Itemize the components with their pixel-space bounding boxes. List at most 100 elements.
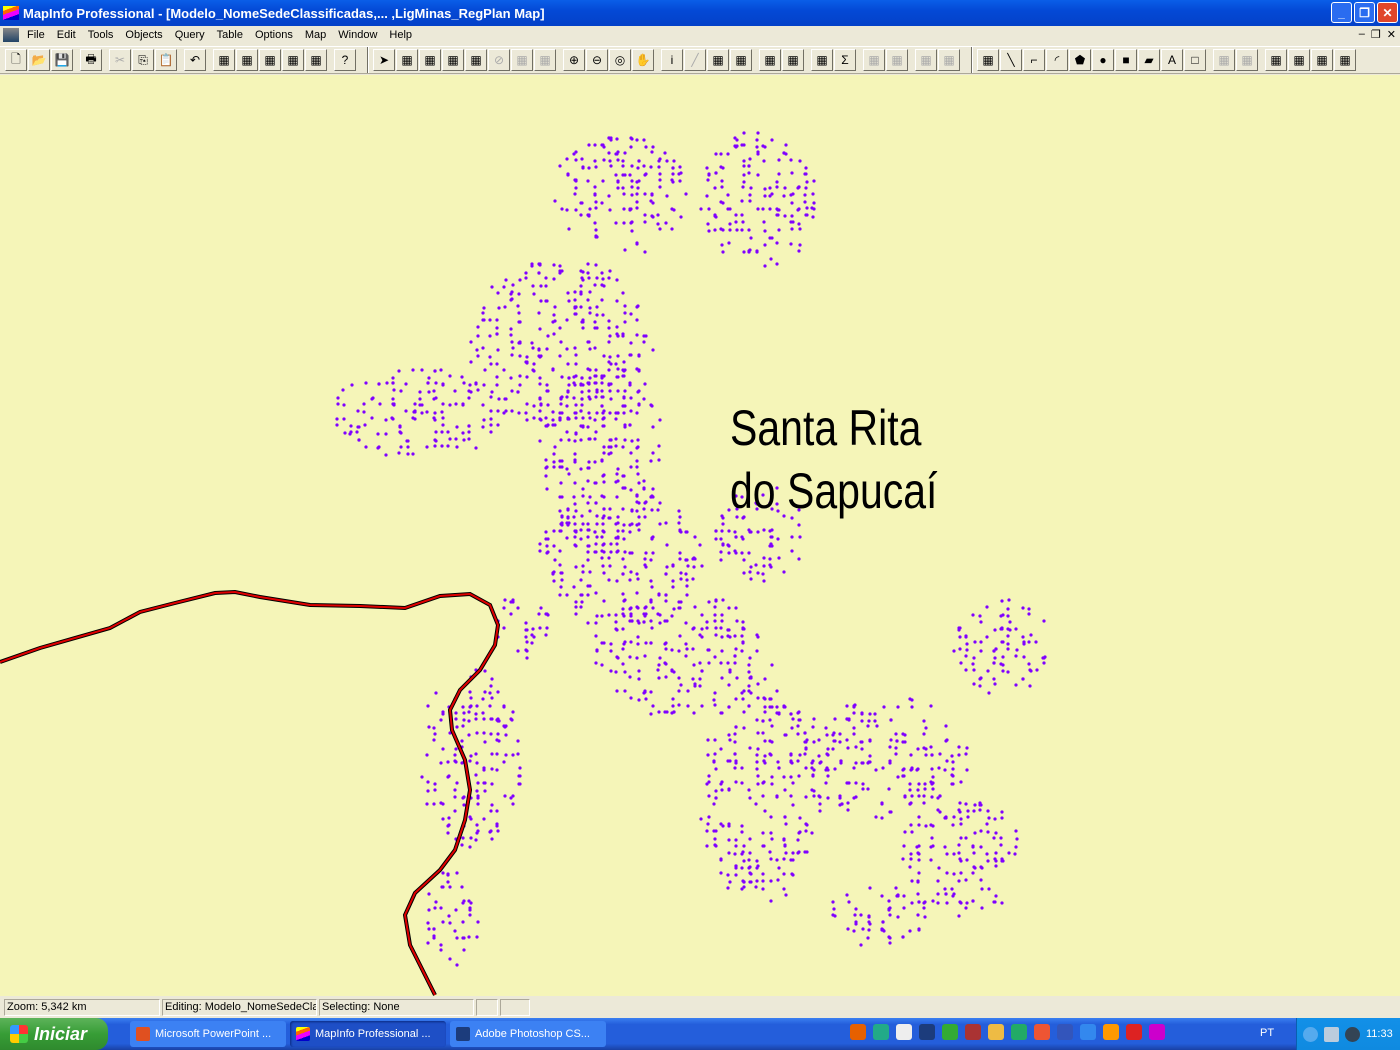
map-point[interactable]: [664, 675, 668, 679]
map-point[interactable]: [433, 418, 437, 422]
map-point[interactable]: [770, 724, 774, 728]
map-point[interactable]: [614, 620, 618, 624]
map-point[interactable]: [616, 375, 620, 379]
map-point[interactable]: [783, 844, 787, 848]
map-point[interactable]: [502, 606, 506, 610]
map-point[interactable]: [530, 641, 534, 645]
map-point[interactable]: [740, 535, 744, 539]
map-point[interactable]: [439, 761, 443, 765]
map-point[interactable]: [649, 690, 653, 694]
map-point[interactable]: [782, 570, 786, 574]
map-point[interactable]: [607, 340, 611, 344]
map-point[interactable]: [812, 768, 816, 772]
map-point[interactable]: [461, 796, 465, 800]
map-point[interactable]: [804, 822, 808, 826]
map-point[interactable]: [616, 521, 620, 525]
map-point[interactable]: [476, 802, 480, 806]
map-point[interactable]: [917, 815, 921, 819]
map-point[interactable]: [558, 495, 562, 499]
map-point[interactable]: [434, 900, 438, 904]
map-point[interactable]: [593, 185, 597, 189]
map-point[interactable]: [782, 872, 786, 876]
map-point[interactable]: [775, 858, 779, 862]
map-point[interactable]: [742, 885, 746, 889]
map-point[interactable]: [482, 781, 486, 785]
map-point[interactable]: [761, 207, 765, 211]
map-point[interactable]: [797, 523, 801, 527]
map-point[interactable]: [497, 739, 501, 743]
restore-button[interactable]: ❐: [1354, 2, 1375, 23]
map-point[interactable]: [740, 766, 744, 770]
map-point[interactable]: [671, 585, 675, 589]
map-point[interactable]: [376, 446, 380, 450]
map-point[interactable]: [404, 409, 408, 413]
map-point[interactable]: [811, 215, 815, 219]
map-point[interactable]: [614, 437, 618, 441]
map-point[interactable]: [475, 348, 479, 352]
map-point[interactable]: [649, 579, 653, 583]
map-point[interactable]: [740, 213, 744, 217]
map-point[interactable]: [495, 332, 499, 336]
map-point[interactable]: [763, 809, 767, 813]
map-point[interactable]: [846, 746, 850, 750]
map-point[interactable]: [784, 152, 788, 156]
map-point[interactable]: [609, 649, 613, 653]
map-point[interactable]: [797, 718, 801, 722]
map-point[interactable]: [761, 872, 765, 876]
map-point[interactable]: [616, 515, 620, 519]
map-point[interactable]: [833, 914, 837, 918]
map-point[interactable]: [1035, 668, 1039, 672]
photoshop-icon[interactable]: [919, 1024, 935, 1040]
map-point[interactable]: [644, 145, 648, 149]
map-point[interactable]: [922, 801, 926, 805]
map-point[interactable]: [649, 165, 653, 169]
map-point[interactable]: [649, 619, 653, 623]
map-point[interactable]: [538, 376, 542, 380]
map-point[interactable]: [511, 346, 515, 350]
map-point[interactable]: [887, 899, 891, 903]
acrobat-icon[interactable]: [1126, 1024, 1142, 1040]
map-point[interactable]: [993, 857, 997, 861]
map-point[interactable]: [887, 787, 891, 791]
map-point[interactable]: [651, 487, 655, 491]
map-point[interactable]: [700, 613, 704, 617]
map-point[interactable]: [755, 859, 759, 863]
map-point[interactable]: [747, 704, 751, 708]
map-point[interactable]: [776, 537, 780, 541]
map-point[interactable]: [461, 724, 465, 728]
map-point[interactable]: [868, 886, 872, 890]
map-point[interactable]: [616, 158, 620, 162]
map-point[interactable]: [756, 696, 760, 700]
map-point[interactable]: [432, 389, 436, 393]
map-point[interactable]: [1029, 633, 1033, 637]
map-point[interactable]: [593, 437, 597, 441]
map-point[interactable]: [728, 207, 732, 211]
map-point[interactable]: [972, 851, 976, 855]
map-point[interactable]: [784, 822, 788, 826]
map-point[interactable]: [453, 788, 457, 792]
map-point[interactable]: [439, 906, 443, 910]
map-point[interactable]: [635, 446, 639, 450]
map-point[interactable]: [889, 738, 893, 742]
map-point[interactable]: [460, 375, 464, 379]
map-point[interactable]: [511, 794, 515, 798]
map-point[interactable]: [461, 431, 465, 435]
map-point[interactable]: [427, 892, 431, 896]
map-point[interactable]: [924, 747, 928, 751]
map-point[interactable]: [726, 193, 730, 197]
map-point[interactable]: [971, 844, 975, 848]
map-point[interactable]: [986, 809, 990, 813]
help-pointer-button[interactable]: ?: [334, 49, 356, 71]
map-point[interactable]: [734, 725, 738, 729]
map-point[interactable]: [509, 717, 513, 721]
map-point[interactable]: [628, 423, 632, 427]
map-point[interactable]: [616, 389, 620, 393]
map-point[interactable]: [608, 564, 612, 568]
map-point[interactable]: [817, 794, 821, 798]
map-point[interactable]: [707, 173, 711, 177]
new-grapher-button[interactable]: ▦: [259, 49, 281, 71]
map-point[interactable]: [552, 529, 556, 533]
map-point[interactable]: [965, 746, 969, 750]
map-point[interactable]: [747, 663, 751, 667]
map-point[interactable]: [448, 885, 452, 889]
